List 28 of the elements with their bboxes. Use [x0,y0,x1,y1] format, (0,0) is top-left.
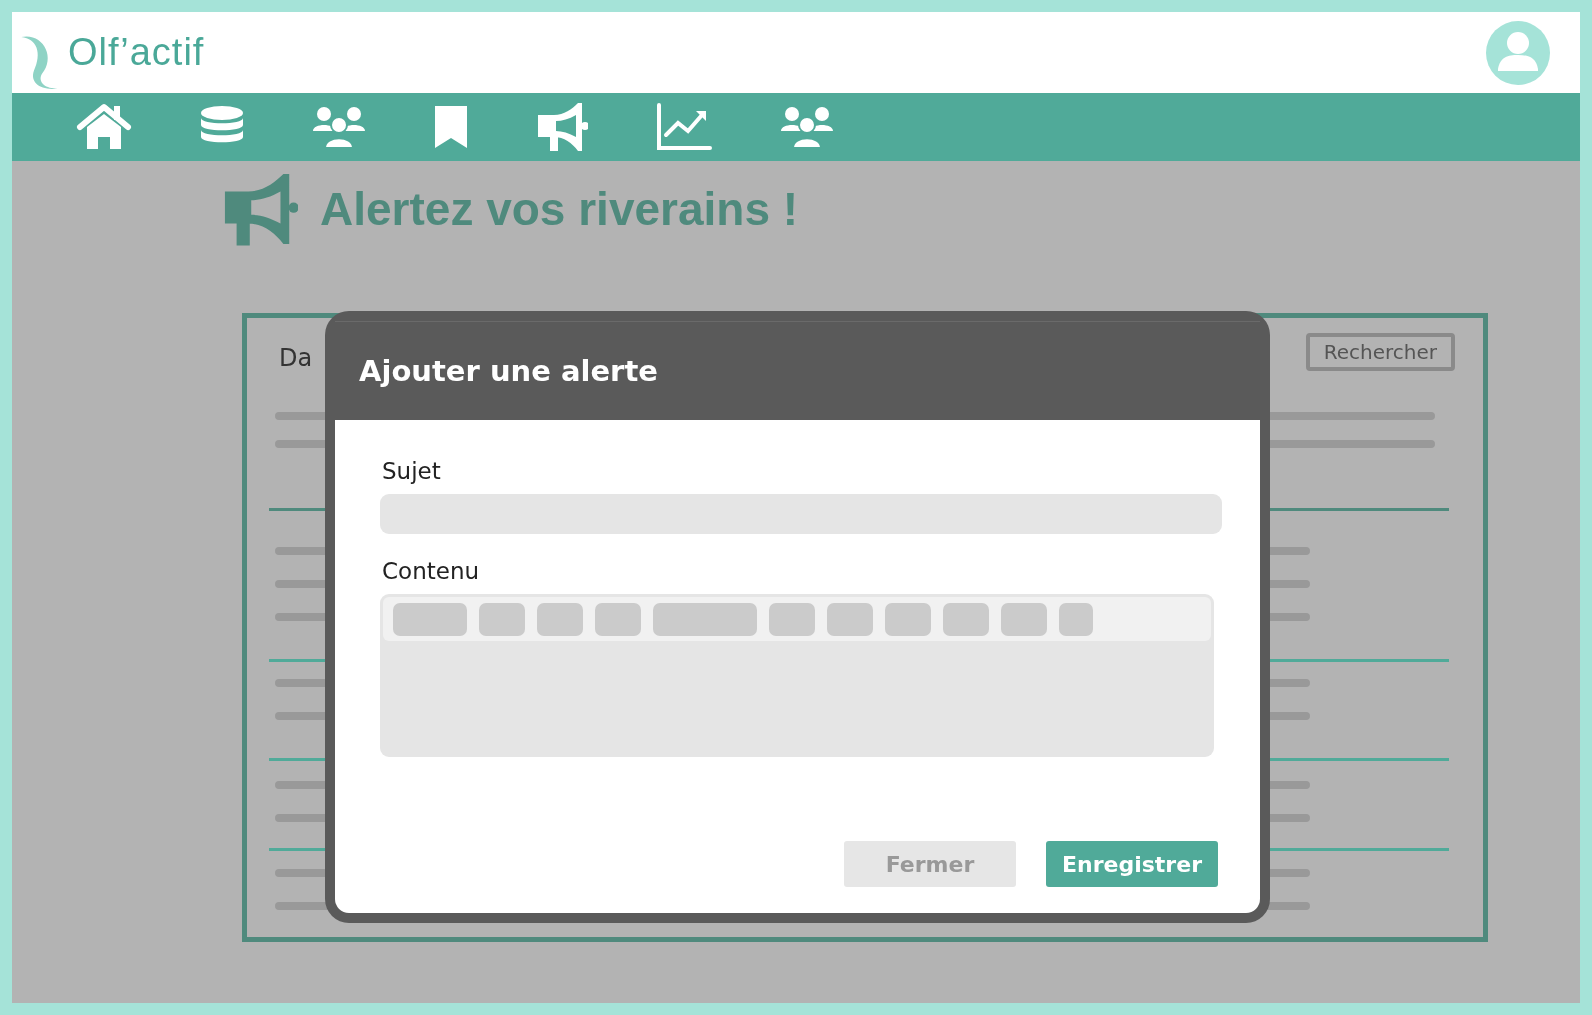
bookmark-icon[interactable] [434,105,468,149]
megaphone-icon [222,171,298,247]
user-avatar-icon[interactable] [1486,20,1550,85]
users-icon[interactable] [780,105,834,149]
toolbar-button-placeholder [827,602,873,636]
field-label: Contenu [382,558,481,584]
logo-text: Olf’actif [68,31,205,74]
toolbar-button-placeholder [537,602,583,636]
toolbar-button-placeholder [943,602,989,636]
toolbar-button-placeholder [885,602,931,636]
field-label: Sujet [382,458,442,484]
toolbar-button-placeholder [595,602,641,636]
save-button[interactable]: Enregistrer [1046,841,1218,887]
megaphone-icon[interactable] [536,101,588,153]
toolbar-button-placeholder [769,602,815,636]
content-editor-field[interactable] [380,594,1214,757]
modal-title: Ajouter une alerte [359,354,658,388]
subject-input-field[interactable] [380,494,1222,534]
users-icon[interactable] [312,105,366,149]
column-label: Da [279,344,313,372]
toolbar-button-placeholder [1059,602,1093,636]
line-chart-icon[interactable] [656,103,712,151]
home-icon[interactable] [76,103,132,151]
toolbar-button-placeholder [1001,602,1047,636]
close-button[interactable]: Fermer [844,841,1016,887]
toolbar-button-placeholder [479,602,525,636]
page-title: Alertez vos riverains ! [320,182,799,236]
search-button[interactable]: Rechercher [1305,333,1455,371]
